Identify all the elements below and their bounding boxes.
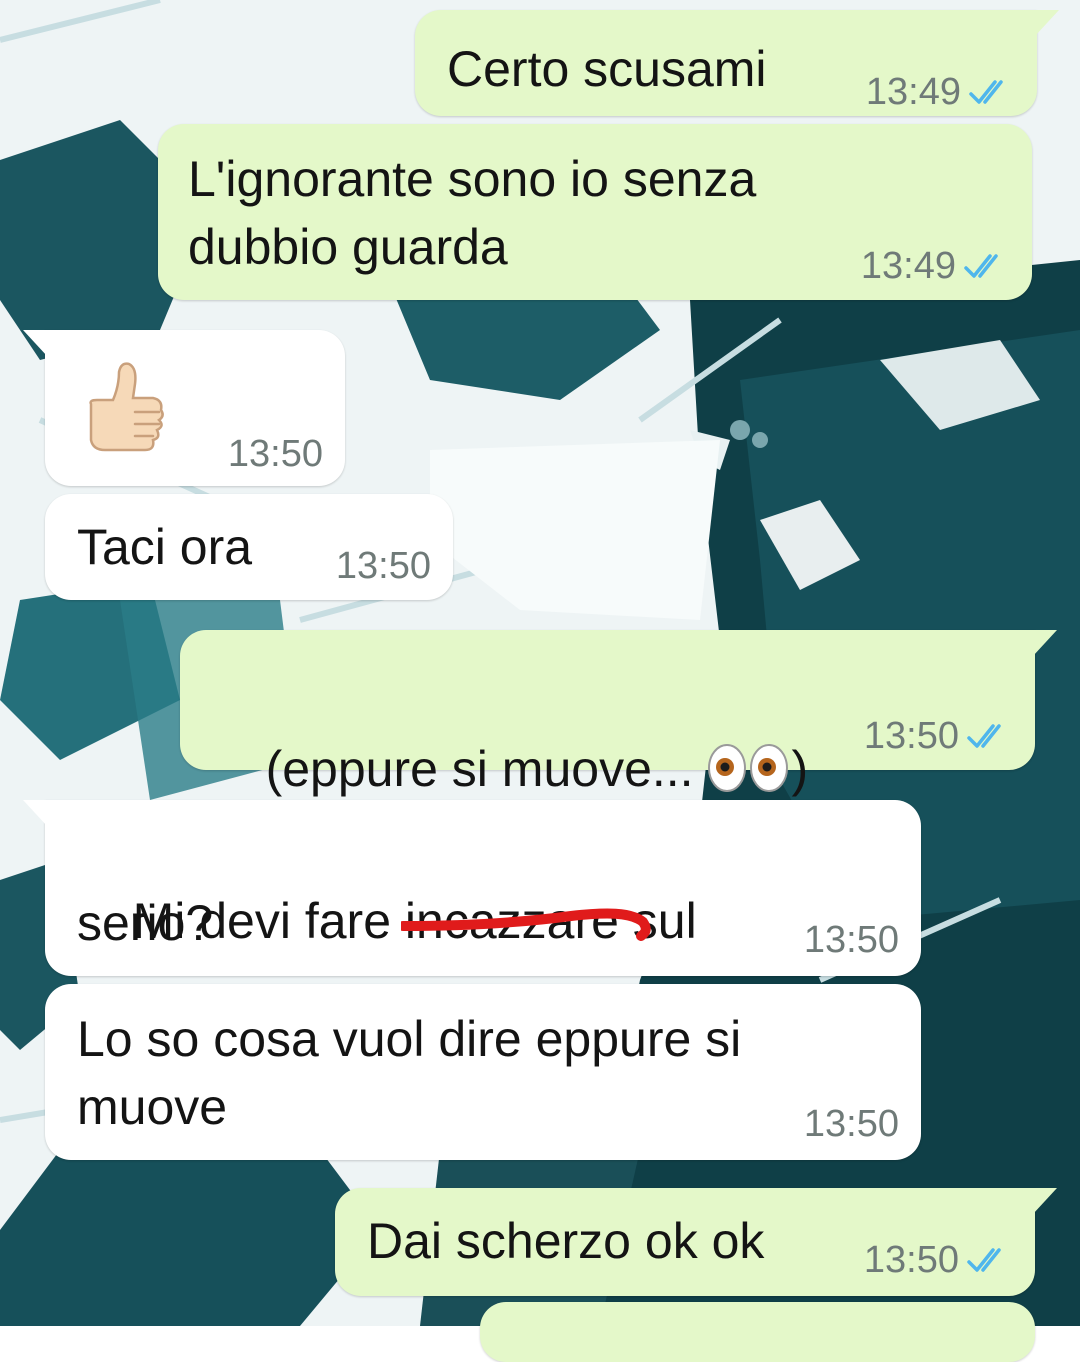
message-bubble-outgoing-partial[interactable] [480, 1302, 1035, 1362]
message-time: 13:50 [803, 919, 899, 961]
message-meta: 13:50 [804, 1104, 899, 1144]
struck-word: incazzare [400, 888, 651, 954]
message-meta: 13:50 [864, 716, 1011, 756]
message-bubble-incoming[interactable]: Taci ora 13:50 [45, 494, 453, 600]
double-check-icon [964, 254, 998, 278]
message-text-after: ) [791, 741, 809, 797]
message-text-line: L'ignorante sono io senza [188, 151, 757, 207]
message-text-line: dubbio guarda [188, 219, 508, 275]
message-text-after: sul [618, 893, 697, 949]
message-time: 13:50 [863, 1239, 959, 1281]
message-bubble-outgoing[interactable]: (eppure si muove... ) 13:50 [180, 630, 1057, 797]
eyes-icon [708, 743, 789, 792]
message-meta: 13:49 [866, 72, 1013, 112]
message-text-line: muove [77, 1079, 228, 1135]
message-meta: 13:50 [864, 1240, 1011, 1280]
message-bubble-incoming[interactable]: Lo so cosa vuol dire eppure si muove 13:… [45, 984, 921, 1160]
message-time: 13:50 [335, 545, 431, 587]
message-bubble-incoming[interactable]: Mi devi fare incazzare sul serio? 13:50 [23, 800, 921, 976]
double-check-icon [969, 80, 1003, 104]
message-meta: 13:50 [228, 434, 323, 474]
message-text-before: (eppure si muove... [265, 741, 708, 797]
message-text: Dai scherzo ok ok [367, 1213, 765, 1269]
message-time: 13:50 [227, 433, 323, 475]
message-time: 13:49 [860, 245, 956, 287]
message-meta: 13:49 [861, 246, 1008, 286]
message-bubble-incoming[interactable]: 13:50 [23, 330, 345, 486]
message-time: 13:50 [863, 715, 959, 757]
message-text: Certo scusami [447, 41, 767, 97]
message-text-line: serio? [77, 895, 214, 951]
message-text-line: Lo so cosa vuol dire eppure si [77, 1011, 742, 1067]
message-meta: 13:50 [804, 920, 899, 960]
thumbs-up-icon [89, 362, 164, 452]
message-bubble-outgoing[interactable]: Dai scherzo ok ok 13:50 [335, 1188, 1057, 1296]
double-check-icon [967, 724, 1001, 748]
message-bubble-outgoing[interactable]: Certo scusami 13:49 [415, 10, 1059, 116]
message-time: 13:50 [803, 1103, 899, 1145]
struck-word-text: incazzare [404, 893, 619, 949]
double-check-icon [967, 1248, 1001, 1272]
message-meta: 13:50 [336, 546, 431, 586]
message-time: 13:49 [865, 71, 961, 113]
message-text: Taci ora [77, 519, 253, 575]
message-bubble-outgoing[interactable]: L'ignorante sono io senza dubbio guarda … [158, 124, 1032, 300]
